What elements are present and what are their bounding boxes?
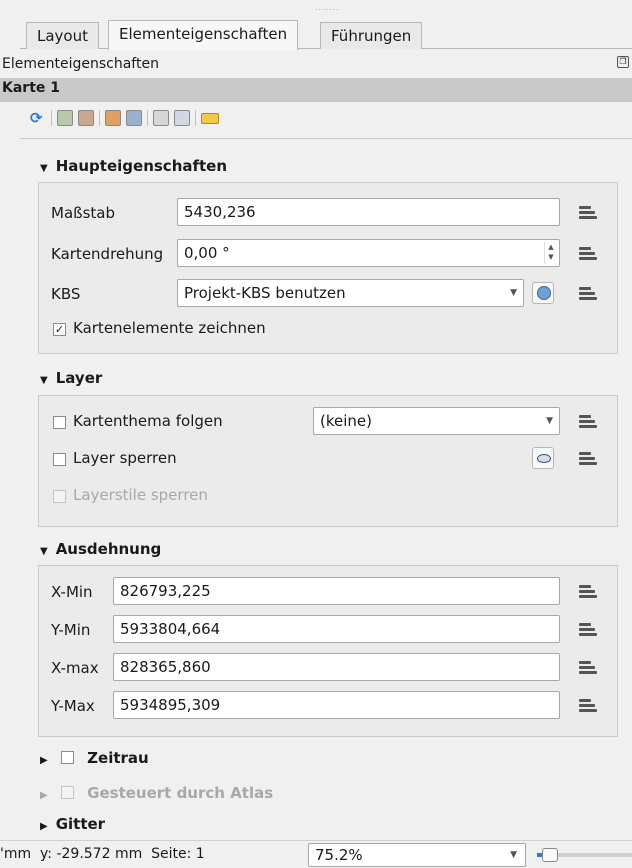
theme-value: (keine)	[320, 412, 372, 430]
section-title: Ausdehnung	[55, 540, 162, 558]
section-layer-header[interactable]: ▼ Layer	[40, 369, 102, 387]
chevron-down-icon: ▼	[510, 288, 517, 298]
separator	[99, 110, 100, 126]
section-title: Gesteuert durch Atlas	[87, 784, 274, 802]
xmin-input[interactable]: 826793,225	[113, 577, 560, 605]
section-extent-header[interactable]: ▼ Ausdehnung	[40, 540, 161, 558]
lock-styles-checkbox[interactable]	[53, 490, 66, 503]
xmax-label: X-max	[51, 659, 99, 677]
crs-value: Projekt-KBS benutzen	[184, 284, 346, 302]
lock-layers-label: Layer sperren	[73, 449, 177, 467]
separator	[147, 110, 148, 126]
data-defined-override-icon[interactable]	[577, 657, 599, 677]
scale-input[interactable]: 5430,236	[177, 198, 560, 226]
label-settings-icon[interactable]	[201, 112, 219, 124]
view-scale-icon[interactable]	[126, 110, 142, 126]
properties-scroll-area: ▼ Haupteigenschaften Maßstab 5430,236 Kar…	[20, 138, 632, 839]
collapse-triangle-icon: ▼	[40, 163, 48, 174]
lock-layers-checkbox[interactable]	[53, 453, 66, 466]
xmin-label: X-Min	[51, 583, 93, 601]
chevron-down-icon: ▼	[510, 850, 517, 860]
crs-selector-button[interactable]	[532, 282, 554, 304]
section-title: Zeitrau	[87, 749, 149, 767]
drag-handle[interactable]: .......	[315, 3, 339, 12]
ymin-label: Y-Min	[51, 621, 91, 639]
theme-select[interactable]: (keine) ▼	[313, 407, 560, 435]
tab-guides[interactable]: Führungen	[320, 22, 423, 49]
undock-icon[interactable]: ❐	[617, 56, 629, 68]
view-extent-icon[interactable]	[78, 110, 94, 126]
data-defined-override-icon[interactable]	[577, 243, 599, 263]
rotation-label: Kartendrehung	[51, 245, 164, 263]
zoom-slider-handle[interactable]	[542, 848, 558, 862]
spin-arrows-icon[interactable]: ▲ ▼	[544, 242, 557, 264]
item-title: Karte 1	[2, 80, 61, 96]
expand-triangle-icon: ▶	[40, 821, 48, 832]
zoom-select[interactable]: 75.2% ▼	[308, 843, 526, 867]
crs-select[interactable]: Projekt-KBS benutzen ▼	[177, 279, 524, 307]
tab-item-properties[interactable]: Elementeigenschaften	[108, 20, 299, 50]
scale-label: Maßstab	[51, 204, 115, 222]
item-header: Karte 1	[0, 78, 632, 102]
data-defined-override-icon[interactable]	[577, 411, 599, 431]
draw-map-items-checkbox[interactable]: ✓	[53, 323, 66, 336]
expand-triangle-icon: ▶	[40, 790, 48, 801]
data-defined-override-icon[interactable]	[577, 448, 599, 468]
cursor-coordinates: 'mm y: -29.572 mm Seite: 1	[0, 846, 205, 862]
panel-title: Elementeigenschaften	[2, 56, 159, 72]
section-temporal-header[interactable]: ▶ Zeitrau	[40, 749, 149, 767]
tab-layout[interactable]: Layout	[26, 22, 99, 49]
bookmark-icon[interactable]	[153, 110, 169, 126]
section-atlas-header[interactable]: ▶ Gesteuert durch Atlas	[40, 784, 273, 802]
xmax-input[interactable]: 828365,860	[113, 653, 560, 681]
ymin-input[interactable]: 5933804,664	[113, 615, 560, 643]
data-defined-override-icon[interactable]	[577, 581, 599, 601]
expand-triangle-icon: ▶	[40, 755, 48, 766]
layer-group: Kartenthema folgen (keine) ▼ Layer sperr…	[38, 395, 618, 527]
separator	[51, 110, 52, 126]
set-extent-icon[interactable]	[57, 110, 73, 126]
rotation-value: 0,00 °	[184, 244, 230, 262]
chevron-down-icon: ▼	[546, 416, 553, 426]
section-title: Gitter	[55, 815, 106, 833]
zoom-slider[interactable]	[537, 848, 632, 862]
follow-theme-checkbox[interactable]	[53, 416, 66, 429]
section-title: Haupteigenschaften	[55, 157, 228, 175]
follow-theme-label: Kartenthema folgen	[73, 412, 223, 430]
refresh-icon[interactable]: ⟳	[30, 111, 46, 126]
atlas-checkbox[interactable]	[60, 786, 74, 799]
data-defined-override-icon[interactable]	[577, 202, 599, 222]
ymax-input[interactable]: 5934895,309	[113, 691, 560, 719]
tab-bar: Layout Elementeigenschaften Führungen	[20, 20, 632, 50]
item-toolbar: ⟳	[30, 108, 219, 128]
status-bar: 'mm y: -29.572 mm Seite: 1 75.2% ▼	[0, 840, 632, 868]
layer-visibility-button[interactable]	[532, 447, 554, 469]
collapse-triangle-icon: ▼	[40, 375, 48, 386]
draw-map-items-label: Kartenelemente zeichnen	[73, 319, 266, 337]
eye-icon	[537, 454, 551, 463]
extent-group: X-Min 826793,225 Y-Min 5933804,664 X-max…	[38, 565, 618, 737]
temporal-checkbox[interactable]	[60, 751, 74, 764]
data-defined-override-icon[interactable]	[577, 619, 599, 639]
crs-label: KBS	[51, 285, 81, 303]
section-title: Layer	[55, 369, 103, 387]
ymax-label: Y-Max	[51, 697, 95, 715]
lock-styles-label: Layerstile sperren	[73, 486, 208, 504]
data-defined-override-icon[interactable]	[577, 283, 599, 303]
section-main-header[interactable]: ▼ Haupteigenschaften	[40, 157, 227, 175]
section-grid-header[interactable]: ▶ Gitter	[40, 815, 105, 833]
main-properties-group: Maßstab 5430,236 Kartendrehung 0,00 ° ▲ ▼…	[38, 182, 618, 354]
collapse-triangle-icon: ▼	[40, 546, 48, 557]
labels-icon[interactable]	[174, 110, 190, 126]
globe-icon	[537, 286, 551, 300]
zoom-value: 75.2%	[315, 846, 363, 864]
set-scale-icon[interactable]	[105, 110, 121, 126]
rotation-spinbox[interactable]: 0,00 ° ▲ ▼	[177, 239, 560, 267]
separator	[195, 110, 196, 126]
data-defined-override-icon[interactable]	[577, 695, 599, 715]
